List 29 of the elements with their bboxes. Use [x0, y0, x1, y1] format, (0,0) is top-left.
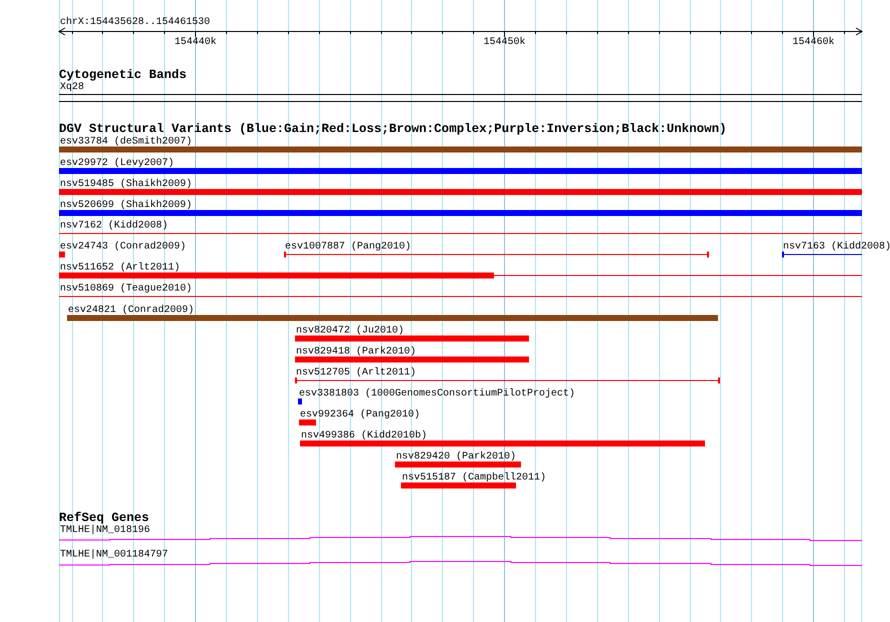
- track-title: DGV Structural Variants (Blue:Gain;Red:Loss;Brown:Complex;Purple:Inversion;Black:Unknown): [59, 122, 727, 136]
- variant-label: esv3381803 (1000GenomesConsortiumPilotProject): [299, 388, 576, 400]
- tick-label: 154460k: [792, 37, 834, 48]
- variant-label: nsv512705 (Arlt2011): [296, 368, 416, 378]
- region-label: chrX:154435628..154461530: [60, 17, 210, 28]
- variant-label: esv29972 (Levy2007): [60, 158, 174, 169]
- variant-label: nsv520699 (Shaikh2009): [60, 200, 192, 211]
- variant-label: nsv510869 (Teague2010): [60, 284, 192, 294]
- tick-label: 154450k: [484, 37, 526, 48]
- variant-label: nsv499386 (Kidd2010b): [301, 430, 428, 442]
- variant-label: esv24743 (Conrad2009): [60, 242, 186, 252]
- gene-label: TMLHE|NM_018196: [60, 525, 150, 536]
- variant-label: esv33784 (deSmith2007): [60, 136, 192, 148]
- variant-label: nsv7162 (Kidd2008): [60, 220, 168, 232]
- variant-label: nsv829418 (Park2010): [296, 346, 416, 358]
- band-label: Xq28: [60, 82, 84, 93]
- variant-label: nsv7163 (Kidd2008): [783, 242, 890, 252]
- variant-label: nsv515187 (Campbell2011): [402, 472, 546, 484]
- variant-label: esv992364 (Pang2010): [300, 410, 420, 420]
- variant-label: nsv829420 (Park2010): [396, 452, 516, 462]
- variant-label: nsv519485 (Shaikh2009): [60, 179, 192, 190]
- track-title: RefSeq Genes: [59, 511, 150, 525]
- tick-label: 154440k: [174, 37, 216, 48]
- variant-label: esv24821 (Conrad2009): [68, 305, 194, 316]
- variant-label: nsv511652 (Arlt2011): [60, 262, 180, 274]
- variant-label: nsv820472 (Ju2010): [296, 326, 404, 336]
- track-title: Cytogenetic Bands: [59, 68, 187, 82]
- variant-label: esv1007887 (Pang2010): [285, 242, 412, 252]
- gene-label: TMLHE|NM_001184797: [60, 550, 168, 560]
